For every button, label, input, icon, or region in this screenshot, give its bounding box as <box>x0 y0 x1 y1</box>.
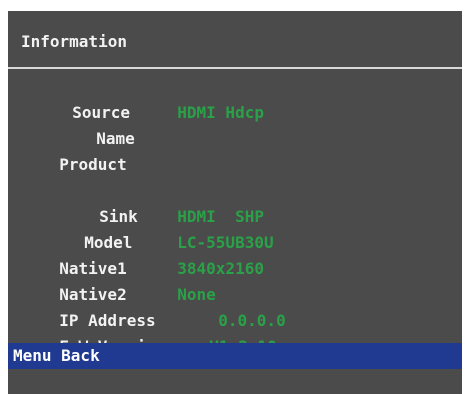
title-divider <box>8 67 462 69</box>
product-label: Product <box>59 155 127 174</box>
source-value: HDMI Hdcp <box>177 103 264 122</box>
menu-back-label: Menu Back <box>13 346 100 365</box>
info-row-product: Product <box>40 135 127 175</box>
page-title: Information <box>21 32 127 51</box>
info-row-product-value <box>158 135 177 175</box>
